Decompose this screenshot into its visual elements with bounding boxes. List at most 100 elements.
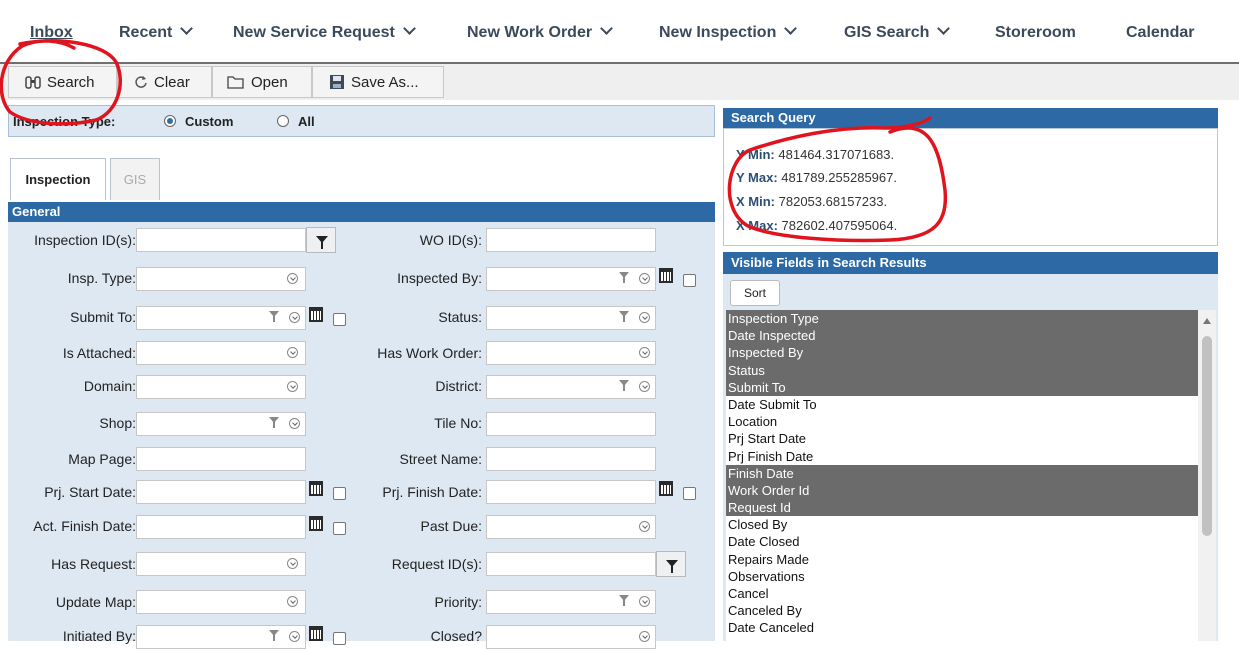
inspected-by-select[interactable]: [486, 267, 656, 291]
search-query-y-max: Y Max: 481789.255285967.: [736, 170, 897, 185]
visible-fields-list[interactable]: Inspection Type Date Inspected Inspected B…: [726, 310, 1198, 641]
street-name-label: Street Name:: [399, 451, 482, 467]
toolbar: Search Clear Open Save As...: [0, 64, 1239, 100]
list-item[interactable]: Finish Date: [726, 464, 1198, 482]
list-item[interactable]: Canceled By: [726, 602, 1198, 619]
nav-storeroom[interactable]: Storeroom: [995, 24, 1076, 42]
clear-button[interactable]: Clear: [117, 66, 212, 98]
status-select[interactable]: [486, 306, 656, 330]
past-due-select[interactable]: [486, 515, 656, 539]
list-item[interactable]: Closed By: [726, 516, 1198, 533]
refresh-icon: [135, 76, 147, 88]
prj-finish-date-input[interactable]: [486, 480, 656, 504]
nav-new-service-request[interactable]: New Service Request: [233, 22, 416, 42]
tab-inspection-label: Inspection: [25, 172, 91, 187]
search-button[interactable]: Search: [8, 66, 117, 98]
calendar-icon[interactable]: [659, 268, 673, 283]
list-item[interactable]: Date Closed: [726, 533, 1198, 550]
list-item[interactable]: Date Submit To: [726, 396, 1198, 413]
wo-ids-input[interactable]: [486, 228, 656, 252]
nav-calendar[interactable]: Calendar: [1126, 24, 1194, 42]
tile-no-label: Tile No:: [434, 415, 482, 431]
open-button[interactable]: Open: [212, 66, 312, 98]
tab-gis-label: GIS: [123, 172, 147, 187]
list-item[interactable]: Date Inspected: [726, 327, 1198, 345]
search-button-label: Search: [47, 73, 95, 91]
list-item[interactable]: Inspected By: [726, 344, 1198, 362]
list-item[interactable]: Submit To: [726, 378, 1198, 396]
section-general-title: General: [12, 204, 61, 219]
y-min-value: 481464.317071683.: [778, 147, 895, 162]
list-item[interactable]: Prj Start Date: [726, 430, 1198, 447]
list-item[interactable]: Status: [726, 361, 1198, 379]
save-as-button[interactable]: Save As...: [312, 66, 444, 98]
past-due-label: Past Due:: [420, 518, 482, 534]
list-item[interactable]: Request Id: [726, 499, 1198, 517]
clear-button-label: Clear: [154, 73, 190, 91]
all-radio-label: All: [298, 114, 315, 129]
list-item[interactable]: Location: [726, 413, 1198, 430]
dropdown-icon: [639, 521, 650, 532]
priority-select[interactable]: [486, 590, 656, 614]
inspected-by-checkbox[interactable]: [683, 274, 696, 287]
list-item[interactable]: Date Canceled: [726, 619, 1198, 636]
search-query-header: Search Query: [723, 108, 1218, 128]
search-query-y-min: Y Min: 481464.317071683.: [736, 147, 894, 162]
district-label: District:: [435, 378, 482, 394]
binoculars-icon: [25, 76, 41, 89]
list-item[interactable]: Inspection Type: [726, 310, 1198, 328]
dropdown-icon: [639, 596, 650, 607]
list-item[interactable]: Work Order Id: [726, 481, 1198, 500]
tab-bar: Inspection GIS: [8, 140, 715, 200]
list-item[interactable]: Observations: [726, 568, 1198, 585]
section-general-header: General: [8, 202, 715, 222]
save-as-button-label: Save As...: [351, 73, 419, 91]
request-ids-input[interactable]: [486, 552, 656, 576]
x-max-label: X Max:: [736, 218, 778, 233]
search-query-panel: Y Min: 481464.317071683. Y Max: 481789.2…: [723, 128, 1218, 246]
list-item[interactable]: Prj Finish Date: [726, 448, 1198, 465]
status-label: Status:: [438, 309, 482, 325]
district-select[interactable]: [486, 375, 656, 399]
top-navigation: Inbox Recent New Service Request New Wor…: [0, 0, 1239, 64]
tab-gis[interactable]: GIS: [110, 158, 160, 200]
scroll-up-arrow-icon[interactable]: [1203, 318, 1211, 324]
prj-finish-date-checkbox[interactable]: [683, 487, 696, 500]
nav-new-work-order-label: New Work Order: [467, 24, 593, 41]
closed-select[interactable]: [486, 625, 656, 649]
nav-gis-search-label: GIS Search: [844, 24, 930, 41]
tile-no-input[interactable]: [486, 412, 656, 436]
nav-new-work-order[interactable]: New Work Order: [467, 22, 613, 42]
x-max-value: 782602.407595064.: [781, 218, 898, 233]
list-item[interactable]: Repairs Made: [726, 551, 1198, 568]
inspection-type-label: Inspection Type:: [13, 114, 116, 129]
folder-icon: [227, 76, 244, 89]
floppy-disk-icon: [330, 75, 344, 89]
nav-gis-search[interactable]: GIS Search: [844, 22, 951, 42]
nav-new-inspection[interactable]: New Inspection: [659, 22, 798, 42]
has-work-order-select[interactable]: [486, 341, 656, 365]
nav-recent[interactable]: Recent: [119, 22, 194, 42]
scrollbar-thumb[interactable]: [1202, 336, 1212, 536]
nav-new-inspection-label: New Inspection: [659, 24, 777, 41]
nav-inbox[interactable]: Inbox: [30, 24, 73, 42]
list-item[interactable]: Cancel: [726, 585, 1198, 602]
tab-inspection[interactable]: Inspection: [10, 158, 106, 200]
filter-icon: [666, 560, 678, 573]
wo-ids-label: WO ID(s):: [419, 232, 482, 248]
all-radio[interactable]: [277, 115, 289, 127]
custom-radio[interactable]: [164, 115, 176, 127]
dropdown-icon: [639, 381, 650, 392]
street-name-input[interactable]: [486, 447, 656, 471]
nav-storeroom-label: Storeroom: [995, 24, 1076, 41]
priority-label: Priority:: [434, 594, 482, 610]
request-ids-label: Request ID(s):: [391, 556, 482, 572]
visible-fields-header: Visible Fields in Search Results: [723, 252, 1218, 274]
nav-inbox-label: Inbox: [30, 24, 73, 41]
y-max-value: 481789.255285967.: [781, 170, 897, 185]
sort-button[interactable]: Sort: [730, 280, 780, 306]
request-ids-filter-button[interactable]: [656, 551, 686, 577]
calendar-icon[interactable]: [659, 481, 673, 496]
chevron-down-icon: [784, 22, 798, 35]
y-min-label: Y Min:: [736, 147, 775, 162]
